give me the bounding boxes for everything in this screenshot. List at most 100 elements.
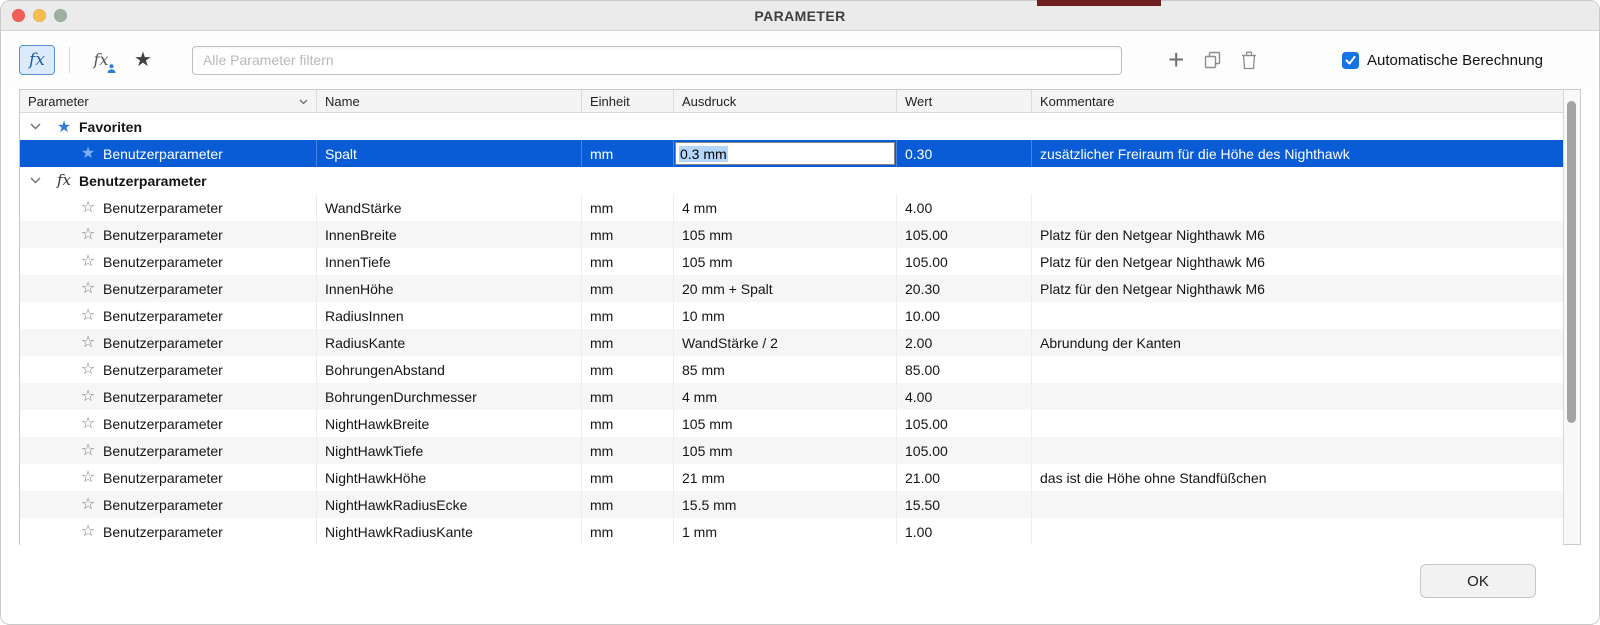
minimize-button[interactable] [33, 9, 46, 22]
favorite-star-icon[interactable]: ☆ [78, 280, 98, 297]
collapse-chevron-icon[interactable] [30, 123, 41, 130]
table-row[interactable]: ★ Benutzerparameter Spalt mm 0.3 mm 0.30 zusät… [20, 140, 1563, 167]
plus-icon: + [1167, 44, 1185, 76]
zoom-button[interactable] [54, 9, 67, 22]
cell-wert: 2.00 [897, 329, 1032, 356]
auto-compute-label: Automatische Berechnung [1367, 51, 1543, 69]
cell-kommentar: Platz für den Netgear Nighthawk M6 [1040, 253, 1265, 270]
table-row[interactable]: ☆ Benutzerparameter RadiusInnen mm 10 mm 10.0… [20, 302, 1563, 329]
scrollbar-thumb[interactable] [1567, 101, 1576, 423]
table-row[interactable]: ☆ Benutzerparameter NightHawkBreite mm 105 m… [20, 410, 1563, 437]
favorite-star-icon[interactable]: ☆ [78, 253, 98, 270]
person-icon [107, 64, 116, 73]
fx-parameters-toggle-button[interactable]: fx [19, 45, 55, 75]
cell-parameter: ☆ Benutzerparameter [20, 518, 317, 545]
window-titlebar[interactable]: PARAMETER [1, 1, 1599, 31]
cell-ausdruck[interactable]: 0.3 mm [674, 140, 897, 167]
auto-compute-toggle[interactable]: Automatische Berechnung [1342, 51, 1543, 69]
cell-kommentar: Platz für den Netgear Nighthawk M6 [1040, 226, 1265, 243]
cell-name: NightHawkRadiusEcke [317, 491, 582, 518]
table-body: ★ Favoriten ★ Benutzerparameter Spalt mm 0.3 m… [20, 113, 1563, 545]
cell-ausdruck[interactable]: 20 mm + Spalt [674, 275, 897, 302]
copy-parameter-button[interactable] [1204, 51, 1221, 69]
cell-ausdruck[interactable]: 4 mm [674, 194, 897, 221]
auto-compute-checkbox[interactable] [1342, 51, 1360, 69]
add-parameter-button[interactable]: + [1167, 44, 1185, 76]
table-row[interactable]: ☆ Benutzerparameter BohrungenAbstand mm 85 m… [20, 356, 1563, 383]
cell-einheit: mm [582, 464, 674, 491]
delete-parameter-button[interactable] [1241, 51, 1257, 70]
cell-ausdruck[interactable]: WandStärke / 2 [674, 329, 897, 356]
table-row[interactable]: ☆ Benutzerparameter InnenBreite mm 105 mm 105… [20, 221, 1563, 248]
table-row[interactable]: ☆ Benutzerparameter NightHawkRadiusEcke mm 1… [20, 491, 1563, 518]
cell-ausdruck[interactable]: 105 mm [674, 410, 897, 437]
table-row[interactable]: ☆ Benutzerparameter NightHawkHöhe mm 21 mm 21… [20, 464, 1563, 491]
cell-ausdruck[interactable]: 105 mm [674, 221, 897, 248]
column-header-name[interactable]: Name [317, 90, 582, 112]
table-row[interactable]: ☆ Benutzerparameter InnenTiefe mm 105 mm 105.… [20, 248, 1563, 275]
filter-input[interactable] [191, 45, 1122, 75]
cell-name: NightHawkHöhe [317, 464, 582, 491]
favorite-star-icon[interactable]: ☆ [78, 226, 98, 243]
column-header-label: Ausdruck [682, 93, 737, 109]
column-header-ausdruck[interactable]: Ausdruck [674, 90, 897, 112]
cell-wert: 105.00 [897, 410, 1032, 437]
favorite-star-icon[interactable]: ☆ [78, 496, 98, 513]
cell-ausdruck[interactable]: 15.5 mm [674, 491, 897, 518]
column-header-parameter[interactable]: Parameter [20, 90, 317, 112]
close-button[interactable] [12, 9, 25, 22]
expression-input[interactable]: 0.3 mm [675, 142, 895, 165]
favorite-star-icon[interactable]: ★ [78, 145, 98, 162]
table-row[interactable]: ☆ Benutzerparameter InnenHöhe mm 20 mm + Spa… [20, 275, 1563, 302]
favorite-star-icon[interactable]: ☆ [78, 442, 98, 459]
cell-kommentar [1032, 491, 1563, 518]
cell-einheit: mm [582, 518, 674, 545]
favorite-star-icon[interactable]: ☆ [78, 523, 98, 540]
cell-parameter: ☆ Benutzerparameter [20, 383, 317, 410]
table-row[interactable]: ☆ Benutzerparameter NightHawkRadiusKante mm… [20, 518, 1563, 545]
table-row[interactable]: ☆ Benutzerparameter NightHawkTiefe mm 105 mm… [20, 437, 1563, 464]
table-row[interactable]: ☆ Benutzerparameter RadiusKante mm WandStärk… [20, 329, 1563, 356]
favorite-star-icon[interactable]: ☆ [78, 307, 98, 324]
cell-parameter: ☆ Benutzerparameter [20, 221, 317, 248]
favorite-star-icon[interactable]: ☆ [78, 199, 98, 216]
cell-wert: 105.00 [897, 248, 1032, 275]
cell-einheit: mm [582, 302, 674, 329]
parameter-type-label: Benutzerparameter [103, 145, 223, 162]
column-header-kommentare[interactable]: Kommentare [1032, 90, 1563, 112]
fx-user-parameter-button[interactable]: fx [86, 45, 116, 75]
column-header-einheit[interactable]: Einheit [582, 90, 674, 112]
cell-name: WandStärke [317, 194, 582, 221]
cell-ausdruck[interactable]: 1 mm [674, 518, 897, 545]
cell-name: RadiusKante [317, 329, 582, 356]
scrollbar-track[interactable] [1563, 90, 1580, 544]
favorite-star-icon[interactable]: ☆ [78, 334, 98, 351]
ok-button[interactable]: OK [1420, 564, 1536, 598]
cell-ausdruck[interactable]: 105 mm [674, 437, 897, 464]
cell-parameter: ☆ Benutzerparameter [20, 248, 317, 275]
group-row[interactable]: fx Benutzerparameter [20, 167, 1563, 194]
cell-einheit: mm [582, 221, 674, 248]
favorite-star-icon[interactable]: ☆ [78, 469, 98, 486]
cell-ausdruck[interactable]: 105 mm [674, 248, 897, 275]
favorites-filter-button[interactable]: ★ [134, 50, 152, 70]
parameter-type-label: Benutzerparameter [103, 415, 223, 432]
cell-ausdruck[interactable]: 10 mm [674, 302, 897, 329]
group-row[interactable]: ★ Favoriten [20, 113, 1563, 140]
cell-wert: 21.00 [897, 464, 1032, 491]
parameter-type-label: Benutzerparameter [103, 253, 223, 270]
cell-ausdruck[interactable]: 4 mm [674, 383, 897, 410]
cell-name: InnenBreite [317, 221, 582, 248]
cell-parameter: ☆ Benutzerparameter [20, 437, 317, 464]
cell-ausdruck[interactable]: 85 mm [674, 356, 897, 383]
table-row[interactable]: ☆ Benutzerparameter BohrungenDurchmesser mm… [20, 383, 1563, 410]
favorite-star-icon[interactable]: ☆ [78, 415, 98, 432]
table-row[interactable]: ☆ Benutzerparameter WandStärke mm 4 mm 4.00 [20, 194, 1563, 221]
cell-parameter: ☆ Benutzerparameter [20, 410, 317, 437]
column-header-wert[interactable]: Wert [897, 90, 1032, 112]
collapse-chevron-icon[interactable] [30, 177, 41, 184]
sort-chevron-icon [299, 99, 308, 105]
favorite-star-icon[interactable]: ☆ [78, 361, 98, 378]
cell-ausdruck[interactable]: 21 mm [674, 464, 897, 491]
favorite-star-icon[interactable]: ☆ [78, 388, 98, 405]
